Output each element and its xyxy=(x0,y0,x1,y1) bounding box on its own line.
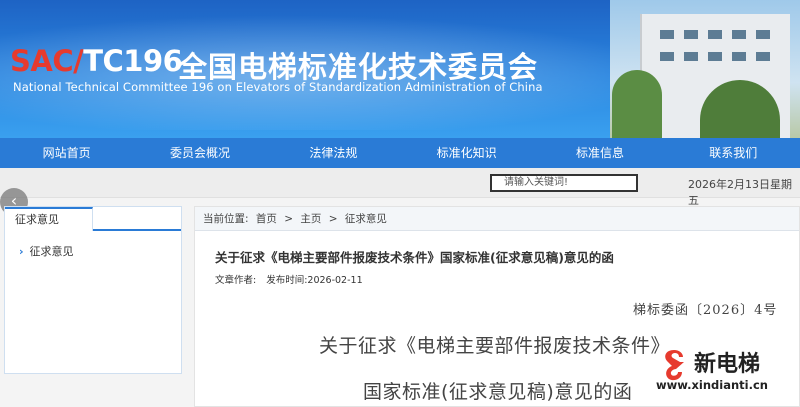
article-body-line-1: 关于征求《电梯主要部件报废技术条件》 xyxy=(319,335,671,357)
header-banner: SAC/TC196 全国电梯标准化技术委员会 National Technica… xyxy=(0,0,800,138)
main-nav: 网站首页 委员会概况 法律法规 标准化知识 标准信息 联系我们 xyxy=(0,138,800,168)
date-label: 发布时间: xyxy=(266,275,308,286)
article-body-line-2: 国家标准(征求意见稿)意见的函 xyxy=(363,381,633,403)
breadcrumb-current[interactable]: 征求意见 xyxy=(345,213,387,225)
nav-item-knowledge[interactable]: 标准化知识 xyxy=(400,138,533,168)
nav-item-committee[interactable]: 委员会概况 xyxy=(133,138,266,168)
author-label: 文章作者: xyxy=(215,275,257,286)
sidebar-item-label: 征求意见 xyxy=(29,245,74,258)
breadcrumb-home[interactable]: 首页 xyxy=(256,213,277,225)
sidebar-item-comments[interactable]: › 征求意见 xyxy=(19,243,74,259)
sidebar-tab-underline xyxy=(93,229,181,231)
site-code-prefix: SAC/ xyxy=(10,44,84,78)
current-date: 2026年2月13日星期五 xyxy=(688,178,792,207)
nav-item-standards[interactable]: 标准信息 xyxy=(533,138,666,168)
building-window xyxy=(732,52,746,61)
sidebar-tab[interactable]: 征求意见 xyxy=(5,207,93,231)
building-window xyxy=(684,30,698,39)
watermark: 新电梯 www.xindianti.cn xyxy=(656,344,800,407)
article-meta: 文章作者: 发布时间:2026-02-11 xyxy=(215,272,373,286)
site-code-suffix: TC196 xyxy=(83,44,183,78)
site-code: SAC/TC196 xyxy=(10,44,183,78)
nav-item-contact[interactable]: 联系我们 xyxy=(667,138,800,168)
breadcrumb: 当前位置: 首页 > 主页 > 征求意见 xyxy=(195,207,799,231)
building-window xyxy=(756,52,770,61)
nav-item-laws[interactable]: 法律法规 xyxy=(267,138,400,168)
building-window xyxy=(708,30,722,39)
search-input[interactable]: 请输入关键词! xyxy=(490,174,638,192)
xindianti-logo-icon xyxy=(665,350,684,381)
building-window xyxy=(732,30,746,39)
site-title-en: National Technical Committee 196 on Elev… xyxy=(13,80,543,94)
chevron-right-icon: › xyxy=(19,245,24,258)
building-window xyxy=(708,52,722,61)
breadcrumb-separator: > xyxy=(284,213,294,225)
sidebar: 征求意见 › 征求意见 xyxy=(4,206,182,374)
publish-date: 2026-02-11 xyxy=(307,275,363,286)
tree xyxy=(612,70,662,138)
building-window xyxy=(660,52,674,61)
building-window xyxy=(756,30,770,39)
search-bar: 请输入关键词! 2026年2月13日星期五 xyxy=(0,168,800,207)
breadcrumb-separator: > xyxy=(328,213,338,225)
breadcrumb-main[interactable]: 主页 xyxy=(300,213,321,225)
building-window xyxy=(660,30,674,39)
building-window xyxy=(684,52,698,61)
document-number: 梯标委函〔2026〕4号 xyxy=(633,303,778,318)
watermark-name: 新电梯 xyxy=(694,352,761,377)
watermark-url: www.xindianti.cn xyxy=(656,378,768,392)
nav-item-home[interactable]: 网站首页 xyxy=(0,138,133,168)
breadcrumb-prefix: 当前位置: xyxy=(203,213,249,225)
article-title: 关于征求《电梯主要部件报废技术条件》国家标准(征求意见稿)意见的函 xyxy=(215,250,614,265)
page: SAC/TC196 全国电梯标准化技术委员会 National Technica… xyxy=(0,0,800,407)
